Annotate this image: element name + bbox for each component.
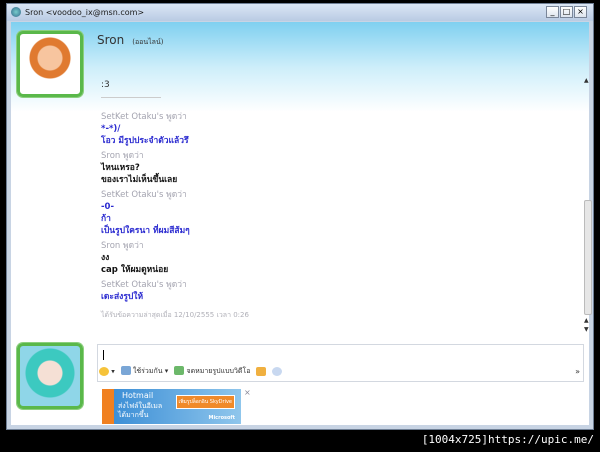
input-toolbar: ▾ ใช้ร่วมกัน ▾ จดหมายรูปแบบวิดีโอ » [99,364,584,378]
scrollbar[interactable]: ▲ ▲ ▼ [583,77,593,335]
message-line: ของเราไม่เห็นขึ้นเลย [101,175,178,185]
message-line: cap ให้ผมดูหน่อย [101,265,169,275]
message-line: งง [101,253,110,263]
ad-button[interactable]: เพิ่มรูปล็อกอิน SkyDrive [175,395,235,409]
scroll-down-icon[interactable]: ▼ [584,326,589,333]
title-bar: Sron <voodoo_ix@msn.com> _ □ × [7,4,593,21]
contact-name: Sron (ออนไลน์) [97,33,164,48]
last-received-status: ได้รับข้อความล่าสุดเมื่อ 12/10/2555 เวลา… [101,311,249,319]
more-button[interactable]: » [575,367,580,376]
text-caret [103,350,104,360]
message-line: -0- [101,202,114,212]
ad-text-line: ได้มากขึ้น [118,411,149,419]
my-avatar[interactable] [17,343,83,409]
messenger-icon [11,7,21,17]
ad-maker-logo: Microsoft [208,415,235,421]
message-line: เป็นรูปใครนา ที่ผมสีส้มๆ [101,226,190,236]
share-button[interactable]: ใช้ร่วมกัน ▾ [120,366,168,377]
video-message-button[interactable]: จดหมายรูปแบบวิดีโอ [174,366,250,377]
message-line: เดะส่งรูปให้ [101,292,144,302]
video-mail-icon [174,366,185,375]
message-line: ไหนเหรอ? [101,163,140,173]
conversation-area: Sron (ออนไลน์) :3 SetKet Otaku's พูดว่า *-… [11,22,592,425]
personal-message: :3 [101,80,110,90]
message-sender: SetKet Otaku's พูดว่า [101,190,187,200]
scroll-up-small-icon[interactable]: ▲ [584,317,589,324]
minimize-button[interactable]: _ [546,6,559,18]
message-sender: Sron พูดว่า [101,151,144,161]
message-sender: SetKet Otaku's พูดว่า [101,112,187,122]
hotmail-ad[interactable]: Hotmail ส่งไฟล์ในอีเมล ได้มากขึ้น เพิ่มรู… [102,389,241,424]
close-button[interactable]: × [574,6,587,18]
chat-window: Sron <voodoo_ix@msn.com> _ □ × Sron (ออนไ… [6,3,594,430]
message-line: โอว มีรูปประจำตัวแล้วรึ [101,136,189,146]
message-line: ก้า [101,214,111,224]
nudge-icon[interactable] [272,366,283,376]
maximize-button[interactable]: □ [560,6,573,18]
emoticon-button[interactable]: ▾ [99,366,115,376]
message-history: SetKet Otaku's พูดว่า *-*)/ โอว มีรูปประจำ… [101,108,571,321]
contact-avatar[interactable] [17,31,83,97]
smiley-icon [99,366,109,376]
contact-name-text: Sron [97,33,125,47]
video-message-label: จดหมายรูปแบบวิดีโอ [186,366,251,375]
image-icon [120,366,131,375]
wink-icon[interactable] [256,366,267,376]
message-line: *-*)/ [101,124,121,134]
ad-close-button[interactable]: × [244,388,251,397]
ad-brand: Hotmail [122,391,154,400]
window-title: Sron <voodoo_ix@msn.com> [25,8,145,17]
scroll-up-icon[interactable]: ▲ [584,77,589,84]
divider [101,97,161,98]
ad-text-line: ส่งไฟล์ในอีเมล [118,402,163,410]
image-caption: [1004x725]https://upic.me/ [421,433,594,446]
share-label: ใช้ร่วมกัน [132,366,163,375]
scroll-thumb[interactable] [584,200,592,315]
message-sender: Sron พูดว่า [101,241,144,251]
contact-status: (ออนไลน์) [132,38,164,46]
message-sender: SetKet Otaku's พูดว่า [101,280,187,290]
